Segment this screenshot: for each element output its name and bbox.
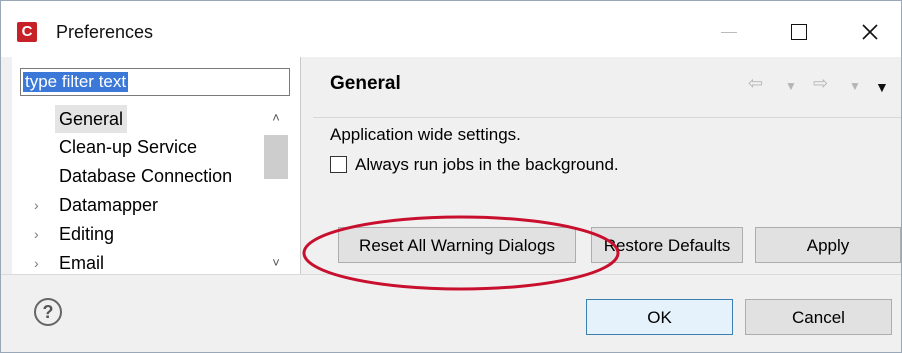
panel-splitter[interactable] (301, 57, 313, 274)
restore-defaults-button[interactable]: Restore Defaults (591, 227, 743, 263)
chevron-right-icon[interactable]: › (34, 220, 39, 248)
page-title: General (330, 73, 401, 94)
scroll-up-icon[interactable]: ˄ (264, 109, 288, 127)
chevron-right-icon[interactable]: › (34, 191, 39, 219)
close-icon (862, 24, 878, 40)
back-arrow-icon[interactable]: ⇦ (748, 73, 763, 94)
filter-input[interactable]: type filter text (20, 68, 290, 96)
app-logo-icon: C (17, 22, 37, 42)
forward-arrow-icon[interactable]: ⇨ (813, 73, 828, 94)
checkbox-label: Always run jobs in the background. (355, 155, 619, 174)
preferences-tree: General Clean-up Service Database Connec… (12, 105, 272, 274)
view-menu-icon[interactable]: ▼ (875, 79, 889, 95)
tree-scrollbar[interactable]: ˄ ˅ (264, 109, 288, 274)
footer-divider (1, 274, 901, 275)
close-button[interactable] (847, 12, 893, 52)
preferences-tree-panel: type filter text General Clean-up Servic… (12, 57, 301, 274)
cancel-button[interactable]: Cancel (745, 299, 892, 335)
background-jobs-checkbox[interactable] (330, 156, 347, 173)
maximize-button[interactable] (776, 12, 822, 52)
reset-warning-dialogs-button[interactable]: Reset All Warning Dialogs (338, 227, 576, 263)
ok-button[interactable]: OK (586, 299, 733, 335)
forward-dropdown-icon[interactable]: ▼ (849, 79, 861, 93)
page-description: Application wide settings. (330, 125, 521, 144)
scrollbar-thumb[interactable] (264, 135, 288, 179)
header-divider (313, 117, 901, 118)
apply-button[interactable]: Apply (755, 227, 901, 263)
scroll-down-icon[interactable]: ˅ (264, 254, 288, 272)
chevron-right-icon[interactable]: › (34, 249, 39, 274)
minimize-button[interactable] (706, 12, 752, 52)
back-dropdown-icon[interactable]: ▼ (785, 79, 797, 93)
minimize-icon (721, 31, 737, 33)
title-bar: C Preferences (1, 1, 901, 57)
maximize-icon (791, 24, 807, 40)
preference-page: General ⇦ ▼ ⇨ ▼ ▼ Application wide setti… (313, 57, 901, 274)
window-title: Preferences (56, 22, 154, 42)
filter-text: type filter text (23, 72, 129, 92)
help-icon[interactable]: ? (34, 298, 62, 326)
preferences-window: C Preferences type filter text General C… (0, 0, 902, 353)
